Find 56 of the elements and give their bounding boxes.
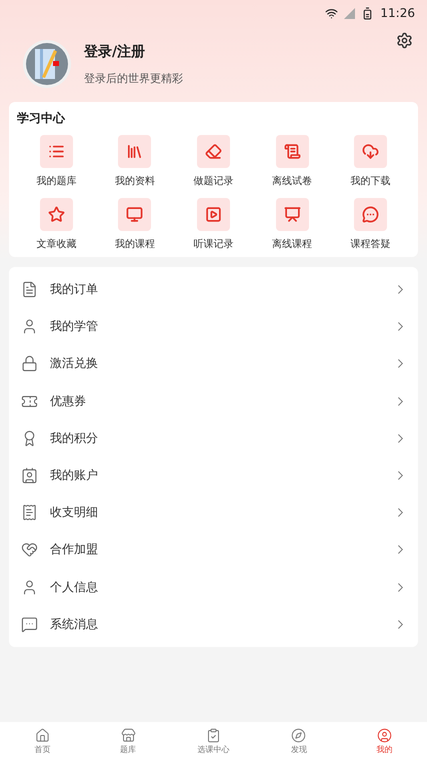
study-item[interactable]: 做题记录 <box>174 135 253 188</box>
study-item[interactable]: 课程答疑 <box>331 198 410 251</box>
menu-row[interactable]: 个人信息 <box>9 568 418 606</box>
study-item[interactable]: 我的课程 <box>96 198 174 251</box>
study-item[interactable]: 我的下载 <box>331 135 410 188</box>
settings-icon[interactable] <box>396 32 413 49</box>
nav-tab[interactable]: 发现 <box>256 722 342 760</box>
menu-row[interactable]: 我的账户 <box>9 456 418 494</box>
presentation-board-icon <box>276 198 309 231</box>
study-item[interactable]: 离线试卷 <box>252 135 332 188</box>
play-icon <box>196 198 230 231</box>
contact-card-icon <box>21 467 38 484</box>
nav-tab[interactable]: 我的 <box>342 722 427 760</box>
lock-icon <box>21 355 38 372</box>
nav-tab[interactable]: 题库 <box>85 722 171 760</box>
battery-icon <box>361 6 374 20</box>
study-item[interactable]: 听课记录 <box>174 198 253 251</box>
menu-row[interactable]: 我的积分 <box>9 420 418 457</box>
wifi-icon <box>325 6 338 20</box>
login-register-title[interactable]: 登录/注册 <box>84 42 384 60</box>
chat-bubble-icon <box>354 198 388 231</box>
nav-tab[interactable]: 选课中心 <box>170 722 256 760</box>
books-icon <box>118 135 152 168</box>
menu-row[interactable]: 我的订单 <box>9 271 418 308</box>
avatar-drawing[interactable] <box>22 39 72 89</box>
menu-row[interactable]: 合作加盟 <box>9 531 418 568</box>
menu-row[interactable]: 系统消息 <box>9 606 418 643</box>
menu-row[interactable]: 收支明细 <box>9 494 418 532</box>
user-icon <box>376 728 392 742</box>
clipboard-icon <box>206 728 222 742</box>
section-title: 学习中心 <box>17 110 66 127</box>
list-icon <box>40 135 73 168</box>
store-icon <box>120 728 136 742</box>
menu-row[interactable]: 优惠券 <box>9 382 418 420</box>
study-item[interactable]: 文章收藏 <box>17 198 96 251</box>
study-item[interactable]: 我的资料 <box>96 135 174 188</box>
eraser-icon <box>196 135 230 168</box>
scroll-icon <box>276 135 309 168</box>
user-icon <box>21 578 38 596</box>
study-item[interactable]: 离线课程 <box>252 198 332 251</box>
document-icon <box>21 281 38 298</box>
nav-tab[interactable]: 首页 <box>0 722 86 760</box>
heart-handshake-icon <box>21 541 38 558</box>
monitor-icon <box>118 198 152 231</box>
receipt-icon <box>21 504 38 522</box>
menu-row[interactable]: 激活兑换 <box>9 345 418 383</box>
cloud-download-icon <box>354 135 388 168</box>
home-icon <box>35 728 50 742</box>
menu-row[interactable]: 我的学管 <box>9 308 418 346</box>
study-item[interactable]: 我的题库 <box>17 135 96 188</box>
user-icon <box>21 318 38 336</box>
signal-icon <box>344 8 356 18</box>
login-subtitle: 登录后的世界更精彩 <box>84 70 184 86</box>
message-icon <box>21 616 38 633</box>
compass-icon <box>291 728 306 742</box>
status-time: 11:26 <box>380 6 415 20</box>
